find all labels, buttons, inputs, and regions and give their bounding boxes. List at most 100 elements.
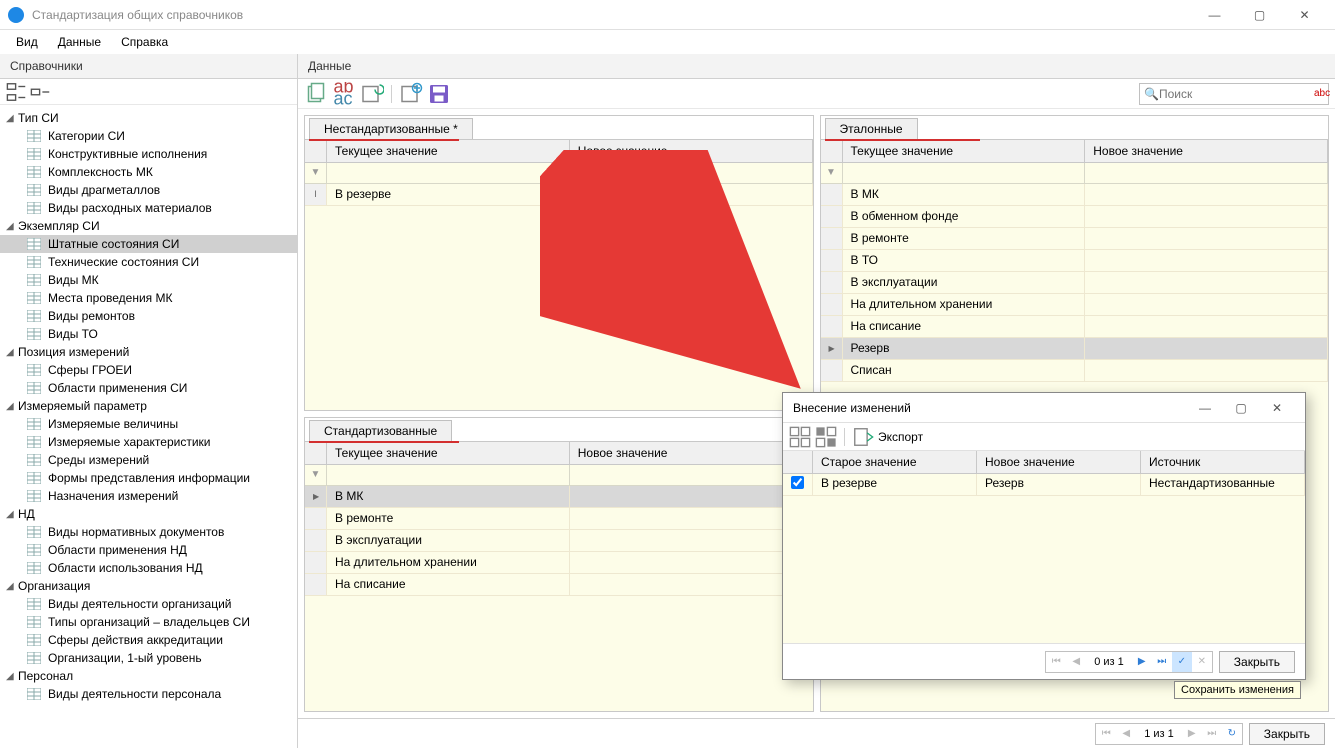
apply-check-icon[interactable]: ✓ [1172,652,1192,672]
col-current-value[interactable]: Текущее значение [327,140,570,162]
apply-changes-icon[interactable] [399,82,423,106]
export-icon[interactable] [852,426,874,448]
filter-c2[interactable] [570,163,813,183]
table-row[interactable]: На длительном хранении [821,294,1329,316]
table-row[interactable]: На длительном хранении [305,552,813,574]
grid-std-body[interactable]: В МКВ ремонтеВ эксплуатацииНа длительном… [305,486,813,712]
table-row[interactable]: Списан [821,360,1329,382]
col-source[interactable]: Источник [1141,451,1305,473]
menu-view[interactable]: Вид [6,33,48,51]
menu-data[interactable]: Данные [48,33,111,51]
tree-group[interactable]: ◢НД [0,505,297,523]
tree-item[interactable]: Виды деятельности персонала [0,685,297,703]
save-icon[interactable] [427,82,451,106]
dialog-close-btn[interactable]: Закрыть [1219,651,1295,673]
filter-icon[interactable]: ▼ [305,163,327,183]
refresh-grid-icon[interactable] [360,82,384,106]
table-row[interactable]: В МК [821,184,1329,206]
table-row[interactable]: В эксплуатации [305,530,813,552]
filter-c1[interactable] [327,465,570,485]
minimize-button[interactable]: — [1192,1,1237,29]
tree-item[interactable]: Виды ремонтов [0,307,297,325]
table-row[interactable]: Резерв [821,338,1329,360]
dialog-close-button[interactable]: ✕ [1259,401,1295,415]
table-row[interactable]: IВ резервеРезерв [305,184,813,206]
cancel-x-icon[interactable]: ✕ [1192,652,1212,672]
filter-icon[interactable]: ▼ [821,163,843,183]
tree-item[interactable]: Штатные состояния СИ [0,235,297,253]
filter-icon[interactable]: ▼ [305,465,327,485]
col-current-value[interactable]: Текущее значение [327,442,570,464]
table-row[interactable]: В ТО [821,250,1329,272]
tab-reference[interactable]: Эталонные [825,118,918,139]
select-all-icon[interactable] [789,426,811,448]
tree-item[interactable]: Виды драгметаллов [0,181,297,199]
nav-first-icon[interactable]: ⏮ [1096,724,1116,744]
close-button[interactable]: ✕ [1282,1,1327,29]
nav-last-icon[interactable]: ⏭ [1152,652,1172,672]
filter-c1[interactable] [843,163,1086,183]
col-new-value[interactable]: Новое значение [977,451,1141,473]
table-row[interactable]: В эксплуатации [821,272,1329,294]
tree-item[interactable]: Назначения измерений [0,487,297,505]
table-row[interactable]: В обменном фонде [821,206,1329,228]
maximize-button[interactable]: ▢ [1237,1,1282,29]
tree-item[interactable]: Места проведения МК [0,289,297,307]
nav-next-icon[interactable]: ▶ [1132,652,1152,672]
col-old-value[interactable]: Старое значение [813,451,977,473]
tree-item[interactable]: Типы организаций – владельцев СИ [0,613,297,631]
tree-item[interactable]: Виды нормативных документов [0,523,297,541]
tree-item[interactable]: Технические состояния СИ [0,253,297,271]
tree-item[interactable]: Конструктивные исполнения [0,145,297,163]
col-current-value[interactable]: Текущее значение [843,140,1086,162]
dialog-minimize-button[interactable]: — [1187,401,1223,415]
tree-group[interactable]: ◢Тип СИ [0,109,297,127]
dialog-maximize-button[interactable]: ▢ [1223,401,1259,415]
tree-item[interactable]: Формы представления информации [0,469,297,487]
table-row[interactable]: На списание [305,574,813,596]
tree-item[interactable]: Виды МК [0,271,297,289]
tree-group[interactable]: ◢Измеряемый параметр [0,397,297,415]
tree-item[interactable]: Среды измерений [0,451,297,469]
tree-item[interactable]: Виды ТО [0,325,297,343]
close-panel-button[interactable]: Закрыть [1249,723,1325,745]
nav-prev-icon[interactable]: ◀ [1066,652,1086,672]
deselect-all-icon[interactable] [815,426,837,448]
table-row[interactable]: В ремонте [305,508,813,530]
table-row[interactable]: В резервеРезервНестандартизованные [783,474,1305,496]
col-new-value[interactable]: Новое значение [1085,140,1328,162]
tree-item[interactable]: Области применения СИ [0,379,297,397]
table-row[interactable]: На списание [821,316,1329,338]
nav-refresh-icon[interactable]: ↻ [1222,724,1242,744]
tree-item[interactable]: Области использования НД [0,559,297,577]
tree-collapse-icon[interactable] [30,81,52,103]
tree-item[interactable]: Виды деятельности организаций [0,595,297,613]
tree-item[interactable]: Организации, 1-ый уровень [0,649,297,667]
tree-expand-icon[interactable] [6,81,28,103]
tree-group[interactable]: ◢Персонал [0,667,297,685]
tab-standard[interactable]: Стандартизованные [309,420,452,441]
tree-group[interactable]: ◢Экземпляр СИ [0,217,297,235]
col-new-value[interactable]: Новое значение [570,442,813,464]
tree-item[interactable]: Сферы действия аккредитации [0,631,297,649]
filter-c2[interactable] [1085,163,1328,183]
dialog-grid-body[interactable]: В резервеРезервНестандартизованные [783,474,1305,643]
grid-nonstd-body[interactable]: IВ резервеРезерв [305,184,813,410]
nav-first-icon[interactable]: ⏮ [1046,652,1066,672]
copy-icon[interactable] [304,82,328,106]
filter-c1[interactable] [327,163,570,183]
tree-item[interactable]: Области применения НД [0,541,297,559]
col-new-value[interactable]: Новое значение [570,140,813,162]
tree-item[interactable]: Сферы ГРОЕИ [0,361,297,379]
tab-nonstandard[interactable]: Нестандартизованные * [309,118,473,139]
tree-item[interactable]: Категории СИ [0,127,297,145]
menu-help[interactable]: Справка [111,33,178,51]
tree-item[interactable]: Измеряемые величины [0,415,297,433]
tree-item[interactable]: Комплексность МК [0,163,297,181]
search-input[interactable] [1159,87,1314,101]
search-box[interactable]: 🔍 abc [1139,83,1329,105]
tree-item[interactable]: Виды расходных материалов [0,199,297,217]
table-row[interactable]: В МК [305,486,813,508]
rename-ab-icon[interactable]: abac [332,82,356,106]
filter-c2[interactable] [570,465,813,485]
